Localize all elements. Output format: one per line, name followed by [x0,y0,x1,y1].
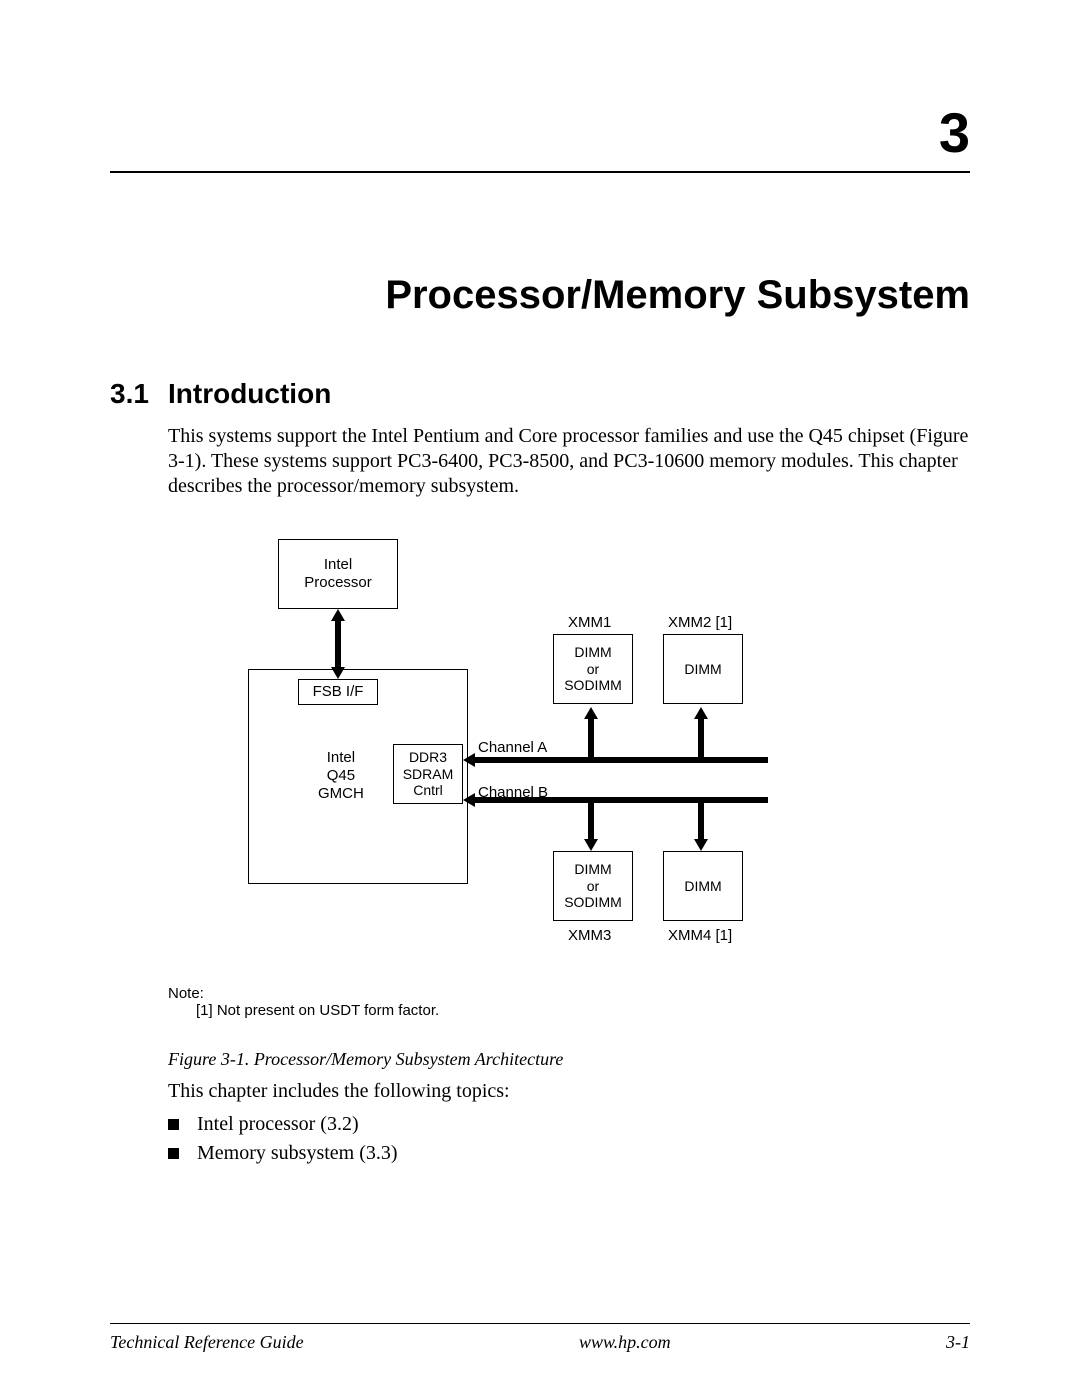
arrow-up-icon [584,707,598,719]
channel-b-line [468,797,768,803]
square-bullet-icon [168,1119,179,1130]
chapter-title: Processor/Memory Subsystem [110,273,970,318]
topic-text: Intel processor (3.2) [197,1113,359,1136]
arrow-up-icon [331,609,345,621]
square-bullet-icon [168,1148,179,1159]
footer-left: Technical Reference Guide [110,1332,304,1353]
note-text: [1] Not present on USDT form factor. [196,1002,970,1019]
section-number: 3.1 [110,378,168,410]
section-heading: 3.1Introduction [110,378,970,410]
chapter-number: 3 [110,100,970,165]
dimm-box-xmm1: DIMM or SODIMM [553,634,633,704]
channel-a-line [468,757,768,763]
gmch-label: Intel Q45 GMCH [318,749,364,803]
bus-line [335,619,341,671]
arrow-left-icon [463,793,475,807]
figure-note: Note: [1] Not present on USDT form facto… [168,985,970,1019]
footer-right: 3-1 [946,1332,970,1353]
xmm2-label: XMM2 [1] [668,614,732,632]
figure-diagram: Intel Processor FSB I/F Intel Q45 GMCH D… [168,539,970,969]
ch-a-riser-2 [698,717,704,763]
note-label: Note: [168,985,970,1002]
section-title: Introduction [168,378,331,409]
footer-rule [110,1323,970,1324]
channel-a-label: Channel A [478,739,547,757]
list-item: Intel processor (3.2) [168,1113,970,1136]
dimm-box-xmm4: DIMM [663,851,743,921]
xmm1-label: XMM1 [568,614,611,632]
ch-b-drop-1 [588,797,594,843]
arrow-down-icon [584,839,598,851]
topic-list: Intel processor (3.2) Memory subsystem (… [168,1113,970,1165]
xmm4-label: XMM4 [1] [668,927,732,945]
ddr3-cntrl-box: DDR3 SDRAM Cntrl [393,744,463,804]
arrow-down-icon [694,839,708,851]
ch-a-riser-1 [588,717,594,763]
arrow-left-icon [463,753,475,767]
dimm-box-xmm3: DIMM or SODIMM [553,851,633,921]
intro-paragraph: This systems support the Intel Pentium a… [168,424,970,499]
list-item: Memory subsystem (3.3) [168,1142,970,1165]
arrow-down-icon [331,667,345,679]
processor-box: Intel Processor [278,539,398,609]
figure-caption: Figure 3-1. Processor/Memory Subsystem A… [168,1049,970,1070]
topic-text: Memory subsystem (3.3) [197,1142,398,1165]
arrow-up-icon [694,707,708,719]
page: 3 Processor/Memory Subsystem 3.1Introduc… [0,0,1080,1397]
top-rule [110,171,970,173]
topics-intro: This chapter includes the following topi… [168,1080,970,1103]
fsb-if-box: FSB I/F [298,679,378,705]
xmm3-label: XMM3 [568,927,611,945]
footer-center: www.hp.com [579,1332,671,1353]
ch-b-drop-2 [698,797,704,843]
stub [762,757,768,763]
dimm-box-xmm2: DIMM [663,634,743,704]
page-footer: Technical Reference Guide www.hp.com 3-1 [110,1323,970,1353]
